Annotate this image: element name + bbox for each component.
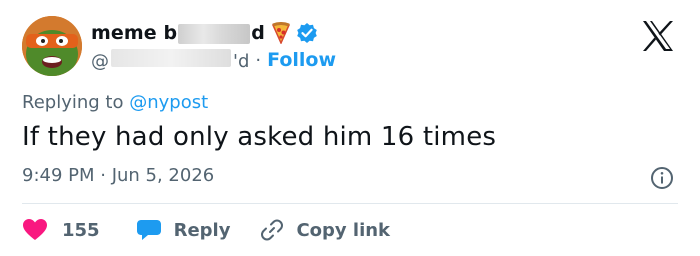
handle[interactable]: @ 'd xyxy=(91,48,250,72)
handle-row: @ 'd · Follow xyxy=(91,48,336,72)
reply-button[interactable]: Reply xyxy=(136,218,231,242)
handle-redaction xyxy=(111,48,231,67)
tweet-card: meme b d @ 'd · Follow Replying to @nypost… xyxy=(0,0,700,256)
handle-end: 'd xyxy=(233,50,250,72)
speech-bubble-icon xyxy=(136,218,162,242)
replying-prefix: Replying to xyxy=(22,92,130,113)
display-name-start: meme b xyxy=(91,22,178,44)
verified-badge-icon xyxy=(296,22,318,44)
handle-start: @ xyxy=(91,50,109,72)
avatar[interactable] xyxy=(22,16,82,76)
name-row: meme b d xyxy=(91,20,318,46)
follow-button[interactable]: Follow xyxy=(267,49,336,71)
copy-link-label: Copy link xyxy=(296,219,391,241)
display-name[interactable]: meme b d xyxy=(91,22,265,44)
x-logo[interactable] xyxy=(641,20,675,52)
link-icon xyxy=(260,218,284,242)
pizza-emoji xyxy=(271,22,291,44)
tweet-text: If they had only asked him 16 times xyxy=(22,122,497,152)
display-name-end: d xyxy=(251,22,265,44)
replying-to: Replying to @nypost xyxy=(22,92,208,113)
copy-link-button[interactable]: Copy link xyxy=(260,218,390,242)
mention-link[interactable]: @nypost xyxy=(129,92,208,113)
separator-dot: · xyxy=(255,49,262,71)
reply-label: Reply xyxy=(173,219,231,241)
action-bar: 155 Reply Copy link xyxy=(22,214,390,246)
info-icon[interactable] xyxy=(650,166,674,190)
redaction-block xyxy=(178,23,251,44)
timestamp[interactable]: 9:49 PM · Jun 5, 2026 xyxy=(22,165,214,186)
divider xyxy=(22,203,678,204)
like-button[interactable]: 155 xyxy=(22,218,100,242)
like-count: 155 xyxy=(62,219,100,241)
heart-icon xyxy=(22,218,48,242)
